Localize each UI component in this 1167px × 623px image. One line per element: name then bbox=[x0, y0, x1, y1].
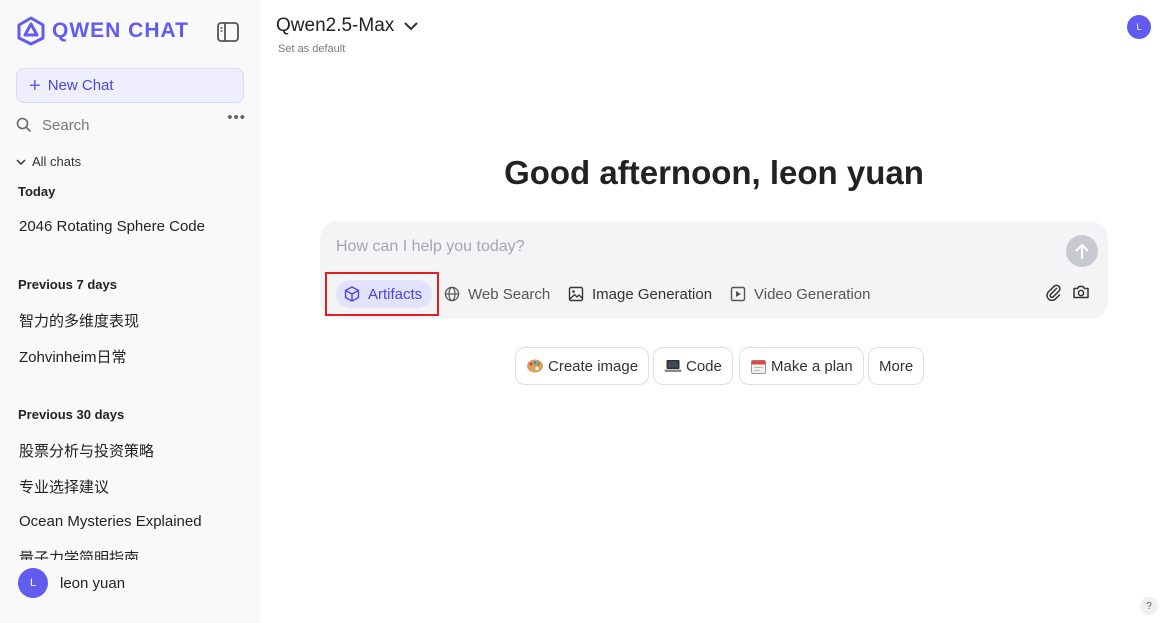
video-generation-label: Video Generation bbox=[754, 285, 871, 303]
header-avatar[interactable]: L bbox=[1127, 15, 1151, 39]
qwen-logo-icon bbox=[17, 16, 45, 46]
video-generation-toggle[interactable]: Video Generation bbox=[730, 280, 870, 308]
create-image-label: Create image bbox=[548, 357, 639, 375]
search-label: Search bbox=[42, 116, 90, 134]
avatar: L bbox=[18, 568, 48, 598]
brand[interactable]: QWEN CHAT bbox=[16, 16, 189, 46]
help-button[interactable]: ? bbox=[1140, 597, 1158, 615]
artifacts-label: Artifacts bbox=[368, 285, 423, 303]
greeting-heading: Good afternoon, leon yuan bbox=[504, 154, 924, 191]
image-icon bbox=[568, 286, 584, 302]
chevron-down-icon bbox=[16, 158, 26, 165]
code-chip[interactable]: Code bbox=[653, 347, 733, 385]
chat-item[interactable]: Ocean Mysteries Explained bbox=[19, 513, 202, 530]
create-image-chip[interactable]: Create image bbox=[515, 347, 650, 385]
more-chip[interactable]: More bbox=[868, 347, 925, 385]
make-a-plan-label: Make a plan bbox=[771, 357, 853, 375]
paperclip-icon[interactable] bbox=[1044, 283, 1062, 301]
image-generation-toggle[interactable]: Image Generation bbox=[568, 280, 712, 308]
laptop-icon bbox=[664, 360, 682, 372]
camera-icon[interactable] bbox=[1072, 283, 1090, 301]
calendar-icon bbox=[751, 359, 766, 374]
video-icon bbox=[730, 286, 746, 302]
model-selector[interactable]: Qwen2.5-Max bbox=[276, 15, 418, 37]
more-options-button[interactable]: ••• bbox=[227, 109, 246, 126]
section-heading-previous-7-days: Previous 7 days bbox=[18, 277, 117, 292]
make-a-plan-chip[interactable]: Make a plan bbox=[739, 347, 864, 385]
more-label: More bbox=[879, 357, 914, 375]
all-chats-toggle[interactable]: All chats bbox=[16, 154, 81, 169]
chat-item[interactable]: 量子力学简明指南 bbox=[19, 547, 139, 560]
globe-icon bbox=[444, 286, 460, 302]
model-name: Qwen2.5-Max bbox=[276, 15, 395, 36]
chat-item[interactable]: 2046 Rotating Sphere Code bbox=[19, 218, 205, 235]
chat-item[interactable]: 智力的多维度表现 bbox=[19, 310, 139, 331]
user-name: leon yuan bbox=[60, 574, 126, 592]
cube-icon bbox=[344, 286, 360, 302]
new-chat-button[interactable]: + New Chat bbox=[16, 68, 244, 103]
sidebar-search[interactable]: Search ••• bbox=[16, 109, 246, 136]
send-button[interactable] bbox=[1066, 235, 1098, 267]
web-search-label: Web Search bbox=[468, 285, 551, 303]
user-profile[interactable]: L leon yuan bbox=[18, 568, 125, 598]
app-root: QWEN CHAT + New Chat Search ••• All chat… bbox=[0, 0, 1167, 623]
arrow-up-icon bbox=[1075, 243, 1089, 259]
chat-item[interactable]: 股票分析与投资策略 bbox=[19, 440, 154, 461]
all-chats-label: All chats bbox=[32, 154, 82, 169]
artifacts-toggle[interactable]: Artifacts bbox=[336, 280, 433, 308]
set-as-default-link[interactable]: Set as default bbox=[278, 43, 345, 55]
code-label: Code bbox=[686, 357, 722, 375]
section-heading-today: Today bbox=[18, 184, 56, 199]
sidebar-toggle-icon[interactable] bbox=[216, 21, 240, 43]
message-input[interactable]: How can I help you today? bbox=[336, 238, 525, 256]
message-composer: How can I help you today? Artifacts Web … bbox=[320, 221, 1108, 319]
sidebar: QWEN CHAT + New Chat Search ••• All chat… bbox=[0, 0, 260, 623]
chevron-down-icon bbox=[404, 22, 418, 30]
search-icon bbox=[16, 117, 31, 132]
palette-icon bbox=[527, 359, 543, 373]
brand-name: QWEN CHAT bbox=[52, 19, 189, 42]
plus-icon: + bbox=[29, 74, 41, 97]
web-search-toggle[interactable]: Web Search bbox=[444, 280, 550, 308]
image-generation-label: Image Generation bbox=[592, 285, 713, 303]
chat-item[interactable]: 专业选择建议 bbox=[19, 476, 109, 497]
new-chat-label: New Chat bbox=[47, 77, 114, 94]
chat-item[interactable]: Zohvinheim日常 bbox=[19, 346, 127, 367]
section-heading-previous-30-days: Previous 30 days bbox=[18, 407, 125, 422]
